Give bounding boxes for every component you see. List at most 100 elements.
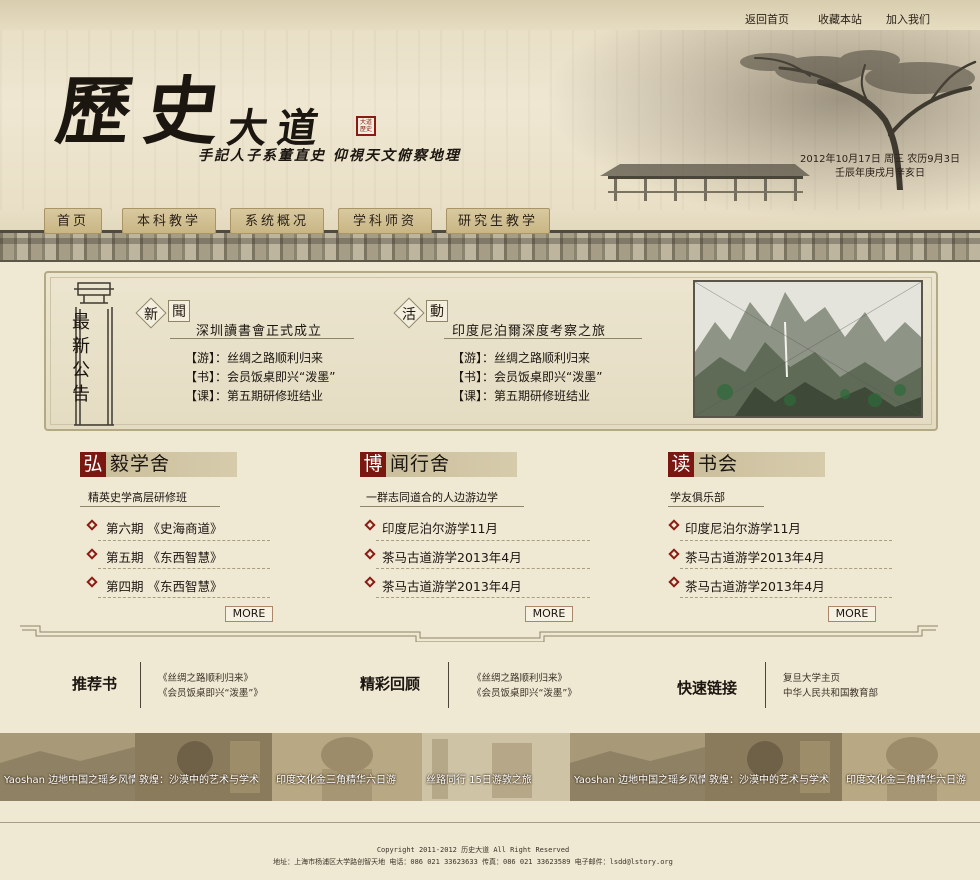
nav-item-overview[interactable]: 系统概况 [230, 208, 324, 234]
news-line[interactable]: 【课】：第五期研修班结业 [185, 387, 323, 404]
events-line[interactable]: 【游】：丝绸之路顺利归来 [452, 349, 590, 366]
slogan: 手記人子系董直史 仰視天文俯察地理 [198, 148, 461, 164]
column-item[interactable]: 茶马古道游学2013年4月 [382, 547, 522, 566]
diamond-bullet-icon [86, 576, 98, 588]
strip-tile[interactable]: 敦煌：沙漠中的艺术与学术 [135, 733, 272, 801]
quick-link[interactable]: 中华人民共和国教育部 [783, 686, 878, 701]
recommend-book-link[interactable]: 《丝绸之路顺利归来》 [158, 671, 253, 686]
roof-shadow [0, 238, 980, 244]
site-logo-title: 歷史 [51, 69, 240, 155]
section-divider [20, 625, 938, 642]
join-us-link[interactable]: 加入我们 [886, 11, 930, 27]
home-link[interactable]: 返回首页 [745, 11, 789, 27]
vertical-divider [765, 662, 766, 708]
column-item[interactable]: 茶马古道游学2013年4月 [685, 576, 825, 595]
diamond-bullet-icon [364, 576, 376, 588]
more-button[interactable]: MORE [828, 606, 876, 622]
strip-tile[interactable]: 印度文化金三角精华六日游 [272, 733, 422, 801]
column-subtitle-underline [80, 506, 220, 507]
nav-item-undergrad[interactable]: 本科教学 [122, 208, 216, 234]
dashed-divider [376, 597, 590, 598]
photo-strip: Yaoshan 边地中国之瑶乡风情 敦煌：沙漠中的艺术与学术 印度文化金三角精华… [0, 733, 980, 801]
header: 返回首页 收藏本站 加入我们 歷史 大道 大道歷史 手記人子系董直史 仰視天文俯… [0, 0, 980, 262]
events-label-char: 活 [402, 307, 416, 323]
strip-tile[interactable]: 丝路同行 15日游敦之旅 [422, 733, 570, 801]
diamond-bullet-icon [668, 519, 680, 531]
strip-tile[interactable]: Yaoshan 边地中国之瑶乡风情 [0, 733, 135, 801]
events-line[interactable]: 【书】：会员饭桌即兴“泼墨” [452, 368, 602, 385]
dashed-divider [680, 540, 892, 541]
events-underline [444, 338, 642, 339]
more-button[interactable]: MORE [525, 606, 573, 622]
nav-item-home[interactable]: 首页 [44, 208, 102, 234]
footer-divider [0, 822, 980, 823]
events-line[interactable]: 【课】：第五期研修班结业 [452, 387, 590, 404]
dashed-divider [98, 540, 270, 541]
seal-text: 大道歷史 [359, 119, 372, 133]
news-line[interactable]: 【书】：会员饭桌即兴“泼墨” [185, 368, 335, 385]
column-heading: 博 闻行舍 [360, 452, 517, 477]
column-item[interactable]: 第四期 《东西智慧》 [106, 576, 222, 595]
strip-photo [422, 733, 570, 801]
dashed-divider [680, 568, 892, 569]
more-button[interactable]: MORE [225, 606, 273, 622]
news-line[interactable]: 【游】：丝绸之路顺利归来 [185, 349, 323, 366]
news-label-box: 聞 [168, 300, 190, 322]
column-item[interactable]: 第五期 《东西智慧》 [106, 547, 222, 566]
strip-caption: 丝路同行 15日游敦之旅 [426, 775, 532, 786]
strip-caption: 敦煌：沙漠中的艺术与学术 [139, 775, 259, 786]
column-subtitle: 一群志同道合的人边游边学 [366, 491, 498, 504]
column-subtitle: 学友俱乐部 [670, 491, 725, 504]
date-gregorian: 2012年10月17日 周三 农历9月3日 [800, 154, 960, 165]
strip-photo [570, 733, 705, 801]
highlight-link[interactable]: 《丝绸之路顺利归来》 [472, 671, 567, 686]
column-item[interactable]: 第六期 《史海商道》 [106, 518, 222, 537]
strip-tile[interactable]: 印度文化金三角精华六日游 [842, 733, 980, 801]
red-seal-stamp: 大道歷史 [356, 116, 376, 136]
nav-item-faculty[interactable]: 学科师资 [338, 208, 432, 234]
dashed-divider [376, 540, 590, 541]
column-heading-rest: 书会 [698, 453, 739, 475]
vertical-divider [140, 662, 141, 708]
strip-photo [0, 733, 135, 801]
recommend-book-link[interactable]: 《会员饭桌即兴“泼墨”》 [158, 686, 263, 701]
column-item[interactable]: 印度尼泊尔游学11月 [382, 518, 498, 537]
quick-link[interactable]: 复旦大学主页 [783, 671, 840, 686]
diamond-bullet-icon [86, 548, 98, 560]
dashed-divider [98, 597, 270, 598]
diamond-bullet-icon [86, 519, 98, 531]
strip-tile[interactable]: 敦煌：沙漠中的艺术与学术 [705, 733, 842, 801]
column-item[interactable]: 茶马古道游学2013年4月 [685, 547, 825, 566]
column-subtitle: 精英史学高层研修班 [88, 491, 187, 504]
column-heading-rest: 毅学舍 [110, 453, 171, 475]
highlights-title: 精彩回顾 [360, 675, 421, 693]
news-title[interactable]: 深圳讀書會正式成立 [196, 320, 322, 339]
strip-tile[interactable]: Yaoshan 边地中国之瑶乡风情 [570, 733, 705, 801]
events-title[interactable]: 印度尼泊爾深度考察之旅 [452, 320, 606, 339]
strip-caption: 印度文化金三角精华六日游 [846, 775, 966, 786]
column-heading: 读 书会 [668, 452, 825, 477]
date-lunar: 壬辰年庚戌月辛亥日 [835, 168, 925, 179]
highlight-link[interactable]: 《会员饭桌即兴“泼墨”》 [472, 686, 577, 701]
strip-photo [705, 733, 842, 801]
column-heading-rest: 闻行舍 [390, 453, 451, 475]
date-display: 2012年10月17日 周三 农历9月3日 壬辰年庚戌月辛亥日 [790, 153, 970, 181]
diamond-bullet-icon [668, 576, 680, 588]
strip-caption: 敦煌：沙漠中的艺术与学术 [709, 775, 829, 786]
diamond-bullet-icon [364, 548, 376, 560]
column-item[interactable]: 茶马古道游学2013年4月 [382, 576, 522, 595]
bookmark-link[interactable]: 收藏本站 [818, 11, 862, 27]
pavilion-illustration [600, 164, 810, 201]
column-heading-first-char: 博 [360, 452, 386, 477]
news-heading: 新 聞 [135, 297, 198, 329]
nav-item-graduate[interactable]: 研究生教学 [446, 208, 550, 234]
dashed-divider [680, 597, 892, 598]
vertical-divider [448, 662, 449, 708]
landscape-painting-image[interactable] [693, 280, 923, 418]
column-heading-first-char: 弘 [80, 452, 106, 477]
strip-photo [272, 733, 422, 801]
quick-links-title: 快速链接 [677, 679, 738, 697]
column-subtitle-underline [668, 506, 764, 507]
strip-photo [842, 733, 980, 801]
column-item[interactable]: 印度尼泊尔游学11月 [685, 518, 801, 537]
